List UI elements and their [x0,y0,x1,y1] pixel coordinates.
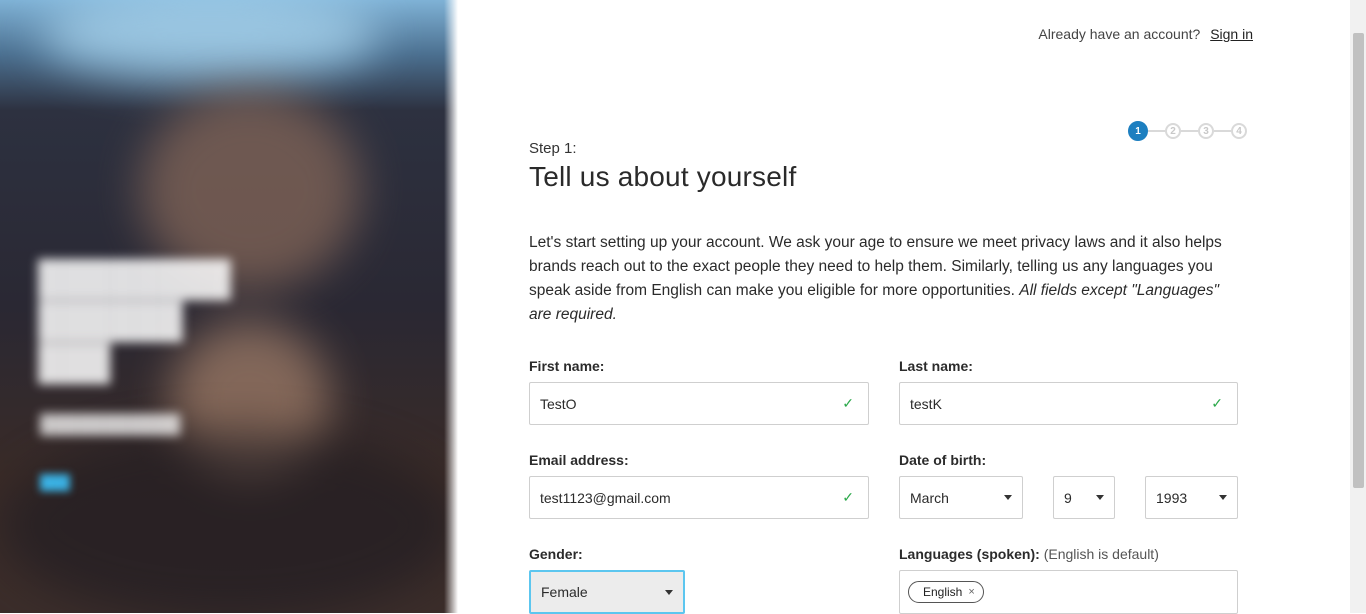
language-chip: English × [908,581,984,603]
dob-month-value: March [910,489,949,506]
hero-subtext: ███████████ [40,414,181,434]
hero-image-panel: ████████ ██████ ███ ███████████ ███ [0,0,458,613]
dob-month-select[interactable]: March [899,476,1023,519]
email-label: Email address: [529,452,629,468]
email-field[interactable]: test1123@gmail.com ✓ [529,476,869,519]
hero-fade-edge [444,0,458,613]
hero-blob-shadow [0,430,458,613]
last-name-value: testK [910,395,942,412]
last-name-field[interactable]: testK ✓ [899,382,1238,425]
scrollbar-thumb[interactable] [1353,33,1364,488]
languages-label-text: Languages (spoken): [899,546,1040,562]
step-indicator: 1 2 3 4 [1128,121,1247,141]
email-value: test1123@gmail.com [540,489,671,506]
dob-day-select[interactable]: 9 [1053,476,1115,519]
close-icon[interactable]: × [968,586,974,598]
first-name-label: First name: [529,358,605,374]
step-3-circle: 3 [1198,123,1214,139]
dob-year-select[interactable]: 1993 [1145,476,1238,519]
last-name-label: Last name: [899,358,973,374]
account-prompt-text: Already have an account? [1038,26,1201,42]
page-scrollbar[interactable] [1350,0,1366,613]
gender-select[interactable]: Female [529,570,685,614]
step-1-circle: 1 [1128,121,1148,141]
step-connector [1214,130,1231,132]
dob-year-value: 1993 [1156,489,1188,506]
first-name-value: TestO [540,395,577,412]
check-icon: ✓ [1211,395,1223,411]
gender-value: Female [541,584,588,600]
languages-field[interactable]: English × [899,570,1238,614]
step-4-circle: 4 [1231,123,1247,139]
languages-note: (English is default) [1043,546,1159,562]
language-chip-label: English [923,585,963,599]
dob-label: Date of birth: [899,452,987,468]
check-icon: ✓ [842,395,854,411]
languages-label: Languages (spoken): (English is default) [899,546,1159,562]
hero-link: ███ [40,474,70,490]
chevron-down-icon [1004,495,1012,500]
step-connector [1148,130,1165,132]
chevron-down-icon [1219,495,1227,500]
form-header: Step 1: Tell us about yourself Let's sta… [529,140,1239,327]
signin-prompt: Already have an account? Sign in [1038,26,1253,42]
page-title: Tell us about yourself [529,161,797,192]
intro-paragraph: Let's start setting up your account. We … [529,231,1237,327]
dob-day-value: 9 [1064,489,1072,506]
signin-link[interactable]: Sign in [1210,26,1253,42]
step-2-circle: 2 [1165,123,1181,139]
hero-blob-sky [40,0,380,80]
gender-label: Gender: [529,546,583,562]
step-label: Step 1: [529,140,577,157]
chevron-down-icon [665,589,673,595]
check-icon: ✓ [842,489,854,505]
step-connector [1181,130,1198,132]
chevron-down-icon [1096,495,1104,500]
first-name-field[interactable]: TestO ✓ [529,382,869,425]
hero-headline: ████████ ██████ ███ [38,260,231,382]
